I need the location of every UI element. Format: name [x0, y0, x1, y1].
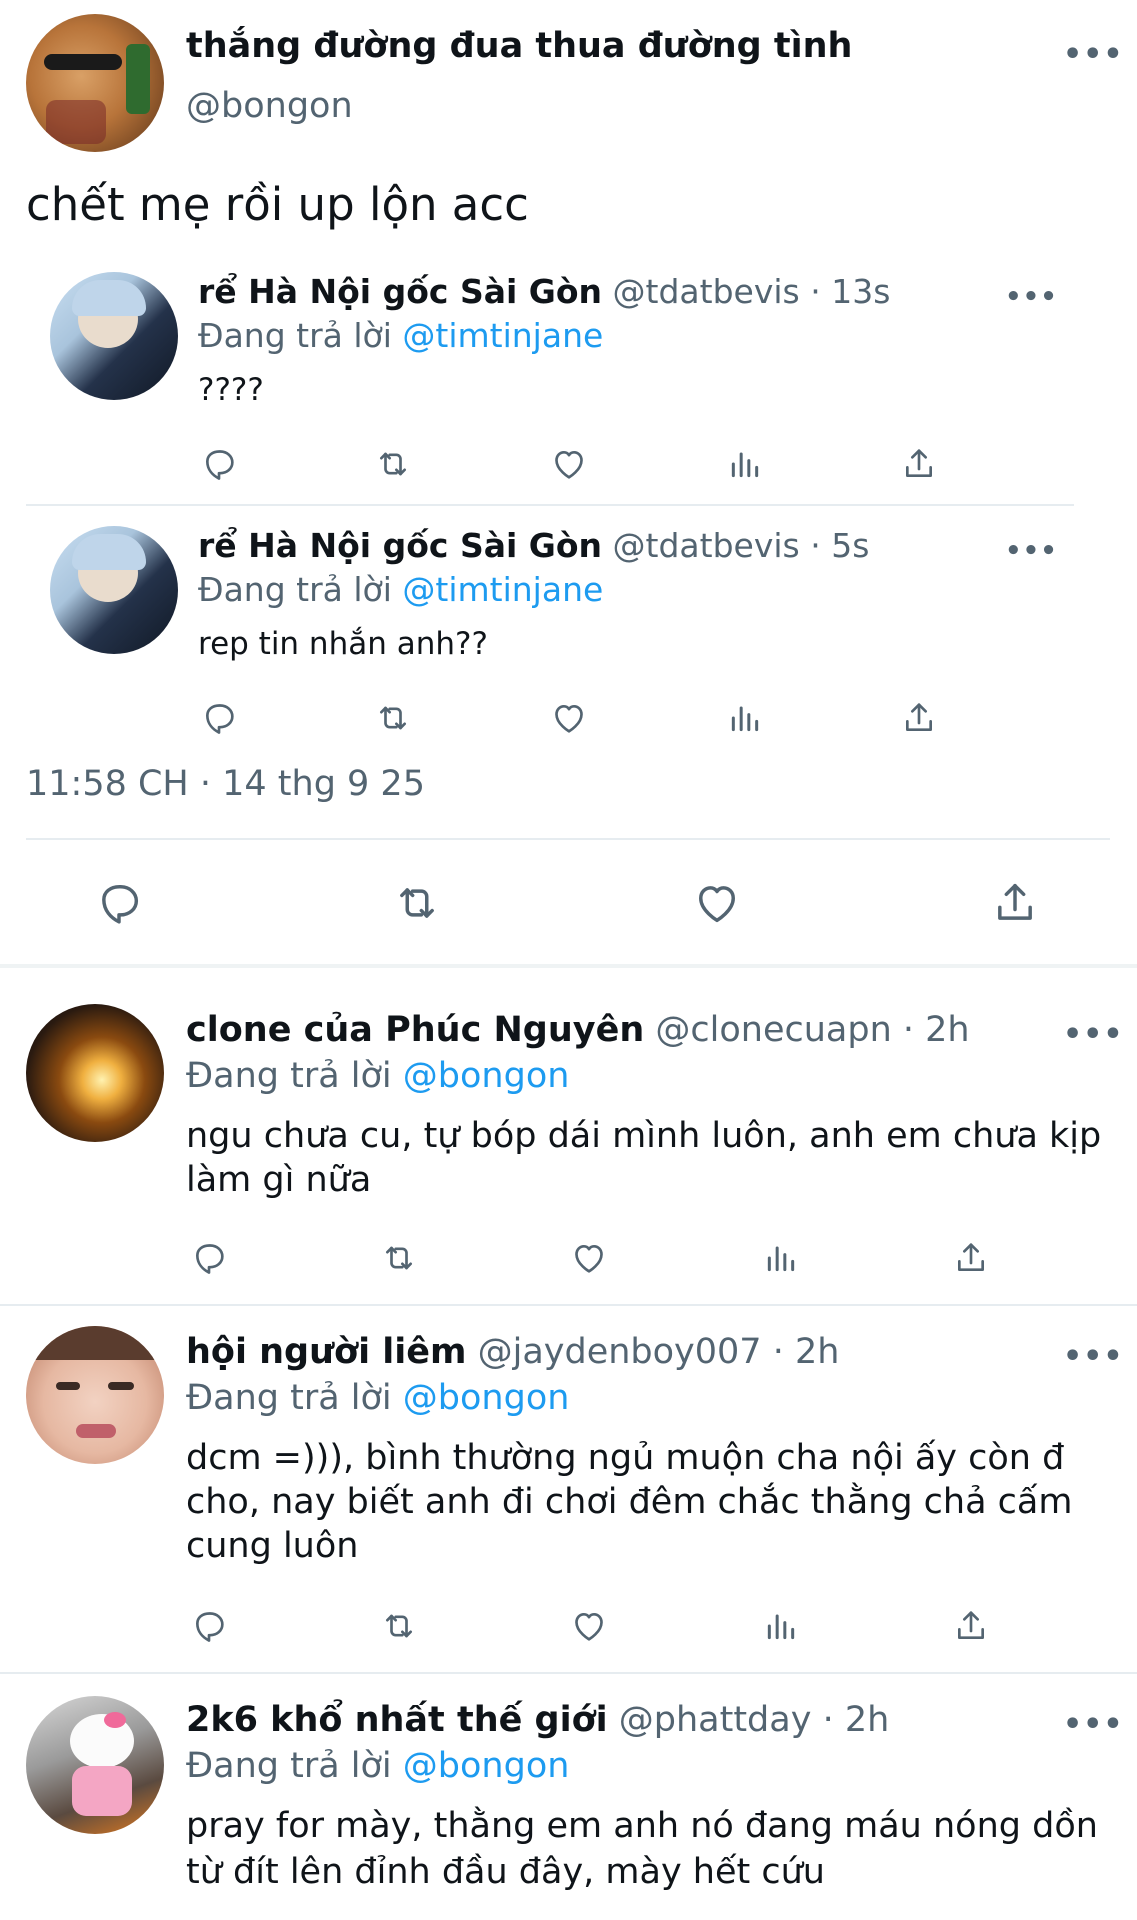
views-icon[interactable] — [761, 1238, 801, 1278]
reply-avatar[interactable] — [26, 1696, 164, 1834]
reply-display-name[interactable]: hội người liêm — [186, 1332, 466, 1372]
author-avatar[interactable] — [26, 14, 164, 152]
reply-text-line: làm gì nữa — [186, 1160, 372, 1200]
reply-avatar[interactable] — [26, 1004, 164, 1142]
share-icon[interactable] — [951, 1238, 991, 1278]
divider — [26, 838, 1110, 840]
share-icon[interactable] — [989, 877, 1041, 929]
divider — [0, 1672, 1137, 1674]
reply-time: · 2h — [902, 1010, 970, 1050]
reply-text: rep tin nhắn anh?? — [198, 626, 488, 662]
reply-text-line: cung luôn — [186, 1526, 359, 1566]
share-icon[interactable] — [899, 444, 939, 484]
divider — [0, 1304, 1137, 1306]
author-display-name[interactable]: thắng đường đua thua đường tình — [186, 26, 852, 66]
tweet-timestamp: 11:58 CH · 14 thg 9 25 — [26, 764, 425, 804]
reply-text-line: pray for mày, thằng em anh nó đang máu n… — [186, 1806, 1098, 1846]
quoted-reply-header: rể Hà Nội gốc Sài Gòn @tdatbevis · 13s — [198, 272, 890, 311]
reply-time: · 2h — [772, 1332, 840, 1372]
reply-icon[interactable] — [93, 877, 145, 929]
reply-avatar[interactable] — [50, 272, 178, 400]
retweet-icon[interactable] — [391, 877, 443, 929]
reply-text: ???? — [198, 372, 264, 408]
more-icon[interactable]: ••• — [1005, 538, 1058, 564]
reply-icon[interactable] — [189, 1606, 229, 1646]
reply-header: clone của Phúc Nguyên @clonecuapn · 2h — [186, 1010, 970, 1050]
tweet-text: chết mẹ rồi up lộn acc — [26, 178, 529, 231]
reply-text-line: cho, nay biết anh đi chơi đêm chắc thằng… — [186, 1482, 1073, 1522]
retweet-icon[interactable] — [379, 1238, 419, 1278]
retweet-icon[interactable] — [373, 444, 413, 484]
replying-mention[interactable]: @timtinjane — [402, 316, 603, 355]
replying-prefix: Đang trả lời — [186, 1056, 392, 1096]
author-handle[interactable]: @bongon — [186, 86, 353, 126]
more-icon[interactable]: ••• — [1063, 1342, 1124, 1372]
reply-text-line: từ đít lên đỉnh đầu đây, mày hết cứu — [186, 1852, 825, 1892]
views-icon[interactable] — [725, 444, 765, 484]
more-icon[interactable]: ••• — [1063, 1020, 1124, 1050]
like-icon[interactable] — [549, 444, 589, 484]
replying-to: Đang trả lời @bongon — [186, 1378, 569, 1418]
replying-prefix: Đang trả lời — [198, 570, 392, 609]
reply-handle[interactable]: @phattday — [619, 1700, 812, 1740]
more-icon[interactable]: ••• — [1063, 40, 1124, 70]
reply-icon[interactable] — [199, 698, 239, 738]
more-icon[interactable]: ••• — [1005, 284, 1058, 310]
like-icon[interactable] — [569, 1238, 609, 1278]
replying-prefix: Đang trả lời — [186, 1378, 392, 1418]
retweet-icon[interactable] — [373, 698, 413, 738]
reply-text-line: ngu chưa cu, tự bóp dái mình luôn, anh e… — [186, 1116, 1102, 1156]
replying-mention[interactable]: @bongon — [403, 1746, 570, 1786]
share-icon[interactable] — [899, 698, 939, 738]
like-icon[interactable] — [569, 1606, 609, 1646]
replying-mention[interactable]: @bongon — [403, 1056, 570, 1096]
replying-mention[interactable]: @timtinjane — [402, 570, 603, 609]
reply-handle[interactable]: @clonecuapn — [655, 1010, 891, 1050]
reply-text-line: dcm =))), bình thường ngủ muộn cha nội ấ… — [186, 1438, 1065, 1478]
reply-time: · 13s — [810, 272, 891, 311]
reply-handle[interactable]: @tdatbevis — [613, 272, 800, 311]
like-icon[interactable] — [549, 698, 589, 738]
reply-avatar[interactable] — [26, 1326, 164, 1464]
reply-header: 2k6 khổ nhất thế giới @phattday · 2h — [186, 1700, 889, 1740]
views-icon[interactable] — [725, 698, 765, 738]
reply-display-name[interactable]: rể Hà Nội gốc Sài Gòn — [198, 272, 602, 311]
reply-header: hội người liêm @jaydenboy007 · 2h — [186, 1332, 839, 1372]
replying-prefix: Đang trả lời — [198, 316, 392, 355]
replying-to: Đang trả lời @timtinjane — [198, 570, 603, 609]
reply-time: · 5s — [810, 526, 870, 565]
replying-to: Đang trả lời @bongon — [186, 1746, 569, 1786]
replying-to: Đang trả lời @bongon — [186, 1056, 569, 1096]
reply-icon[interactable] — [199, 444, 239, 484]
reply-time: · 2h — [822, 1700, 890, 1740]
reply-handle[interactable]: @tdatbevis — [613, 526, 800, 565]
views-icon[interactable] — [761, 1606, 801, 1646]
section-separator — [0, 964, 1137, 968]
divider — [26, 504, 1074, 506]
replying-mention[interactable]: @bongon — [403, 1378, 570, 1418]
replying-to: Đang trả lời @timtinjane — [198, 316, 603, 355]
reply-avatar[interactable] — [50, 526, 178, 654]
share-icon[interactable] — [951, 1606, 991, 1646]
like-icon[interactable] — [691, 877, 743, 929]
reply-display-name[interactable]: 2k6 khổ nhất thế giới — [186, 1700, 608, 1740]
reply-display-name[interactable]: rể Hà Nội gốc Sài Gòn — [198, 526, 602, 565]
retweet-icon[interactable] — [379, 1606, 419, 1646]
replying-prefix: Đang trả lời — [186, 1746, 392, 1786]
reply-icon[interactable] — [189, 1238, 229, 1278]
reply-handle[interactable]: @jaydenboy007 — [478, 1332, 762, 1372]
reply-display-name[interactable]: clone của Phúc Nguyên — [186, 1010, 644, 1050]
quoted-reply-header: rể Hà Nội gốc Sài Gòn @tdatbevis · 5s — [198, 526, 869, 565]
more-icon[interactable]: ••• — [1063, 1710, 1124, 1740]
